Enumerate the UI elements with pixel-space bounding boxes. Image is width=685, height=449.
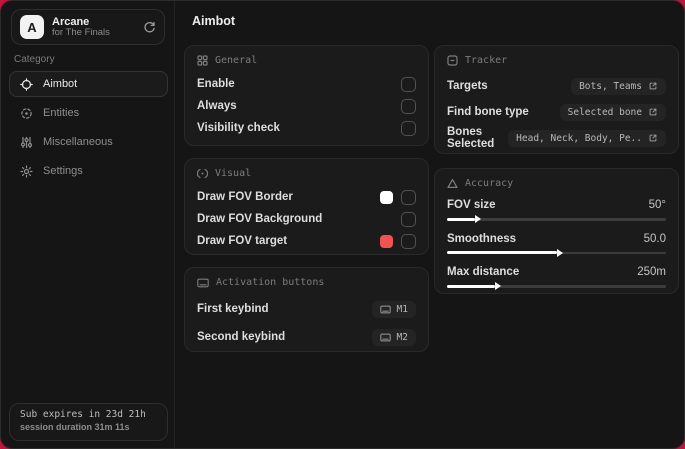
expand-icon [648, 81, 658, 91]
slider-value: 50° [648, 199, 666, 211]
page-title: Aimbot [192, 14, 236, 28]
crosshair-icon [20, 77, 33, 91]
keybind-value: M2 [396, 331, 408, 343]
gear-icon [20, 164, 33, 178]
fov-size-slider[interactable] [447, 217, 666, 221]
select-value: Selected bone [567, 106, 642, 118]
expand-icon [648, 133, 658, 143]
sidebar-item-label: Miscellaneous [43, 136, 113, 148]
tracker-icon [447, 55, 458, 66]
app-window: A Arcane for The Finals Category Aimbot … [0, 0, 685, 449]
setting-label: Enable [197, 78, 235, 90]
sidebar-item-label: Aimbot [43, 78, 78, 90]
sidebar-item-label: Settings [43, 165, 83, 177]
card-tracker: Tracker Targets Bots, Teams Find bone ty… [434, 45, 679, 154]
find-bone-type-select[interactable]: Selected bone [559, 103, 666, 121]
app-subtitle: for The Finals [52, 26, 110, 38]
card-title: General [215, 55, 258, 66]
sidebar-item-label: Entities [43, 107, 80, 119]
card-visual: Visual Draw FOV Border Draw FOV Backgrou… [184, 158, 429, 255]
expand-icon [648, 107, 658, 117]
setting-label: Targets [447, 80, 488, 92]
draw-fov-target-checkbox[interactable] [401, 233, 416, 249]
targets-select[interactable]: Bots, Teams [571, 77, 666, 95]
slider-value: 250m [637, 266, 666, 278]
setting-label: Second keybind [197, 331, 286, 343]
select-value: Bots, Teams [579, 80, 642, 92]
sidebar-item-entities[interactable]: Entities [9, 100, 168, 126]
visibility-check-checkbox[interactable] [401, 120, 416, 136]
select-value: Head, Neck, Body, Pe.. [516, 132, 642, 144]
setting-label: First keybind [197, 303, 269, 315]
bones-selected-select[interactable]: Head, Neck, Body, Pe.. [508, 129, 666, 147]
setting-label: Visibility check [197, 122, 280, 134]
app-logo: A [20, 14, 46, 39]
card-title: Tracker [465, 55, 508, 66]
refresh-icon[interactable] [143, 21, 156, 34]
card-title: Visual [215, 168, 252, 179]
sliders-icon [20, 136, 33, 149]
subscription-info: Sub expires in 23d 21h session duration … [9, 403, 168, 441]
setting-label: Smoothness [447, 232, 517, 245]
max-distance-slider[interactable] [447, 284, 666, 288]
card-title: Activation buttons [216, 277, 325, 288]
setting-label: Always [197, 100, 237, 112]
sub-expires-text: Sub expires in 23d 21h [20, 409, 146, 420]
category-label: Category [14, 54, 55, 65]
sidebar-item-settings[interactable]: Settings [9, 158, 168, 184]
app-header: A Arcane for The Finals [11, 9, 165, 45]
grid-icon [197, 55, 208, 66]
enable-checkbox[interactable] [401, 76, 416, 92]
slider-value: 50.0 [643, 232, 666, 245]
setting-label: Draw FOV target [197, 235, 288, 247]
app-name: Arcane [52, 15, 90, 28]
slider-fill[interactable] [447, 284, 496, 288]
sidebar: A Arcane for The Finals Category Aimbot … [1, 1, 175, 448]
card-accuracy: Accuracy FOV size 50° Smoothness 50.0 Ma… [434, 168, 679, 294]
card-general: General Enable Always Visibility check [184, 45, 429, 146]
card-title: Accuracy [465, 178, 514, 189]
color-swatch[interactable] [380, 234, 393, 248]
setting-label: FOV size [447, 199, 496, 211]
keyboard-icon [379, 305, 391, 314]
sidebar-nav: Aimbot Entities Miscellaneous Settings [9, 71, 168, 184]
setting-label: Draw FOV Border [197, 191, 293, 203]
setting-label: Bones Selected [447, 126, 495, 150]
draw-fov-background-checkbox[interactable] [401, 211, 416, 227]
setting-label: Max distance [447, 266, 520, 278]
keybind-value: M1 [396, 303, 408, 315]
card-activation-buttons: Activation buttons First keybind M1 Seco… [184, 267, 429, 352]
slider-fill[interactable] [447, 251, 557, 255]
setting-label: Find bone type [447, 106, 529, 118]
triangle-icon [447, 178, 458, 189]
second-keybind-button[interactable]: M2 [371, 328, 416, 346]
scan-icon [20, 107, 33, 120]
draw-fov-border-checkbox[interactable] [401, 189, 416, 205]
session-duration-text: session duration 31m 11s [20, 422, 130, 432]
smoothness-slider[interactable] [447, 251, 666, 255]
first-keybind-button[interactable]: M1 [371, 300, 416, 318]
sidebar-item-miscellaneous[interactable]: Miscellaneous [9, 129, 168, 155]
slider-fill[interactable] [447, 217, 476, 221]
setting-label: Draw FOV Background [197, 213, 323, 225]
keyboard-icon [379, 333, 391, 342]
always-checkbox[interactable] [401, 98, 416, 114]
keyboard-icon [197, 278, 209, 288]
color-swatch[interactable] [380, 190, 393, 204]
sidebar-item-aimbot[interactable]: Aimbot [9, 71, 168, 97]
focus-icon [197, 168, 208, 179]
